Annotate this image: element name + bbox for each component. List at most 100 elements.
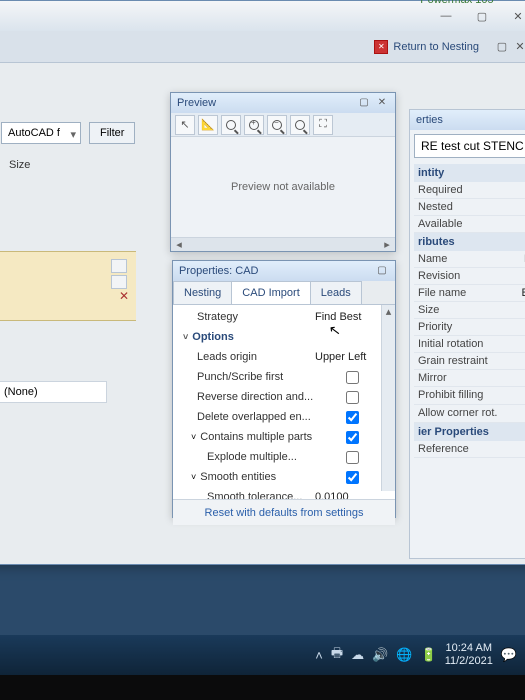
tray-up-icon[interactable]: ˄ [315,648,323,663]
battery-icon[interactable]: 🔋 [421,647,437,663]
prop-row[interactable]: MirrorNever [414,370,525,387]
prop-row[interactable]: File nameE:\DUM [414,285,525,302]
cad-option-row[interactable]: Delete overlapped en... [173,407,395,427]
printer-icon[interactable]: 🖶 [331,644,343,666]
prop-row[interactable]: NameDUMIR [414,251,525,268]
prop-row[interactable]: Reference [414,441,525,458]
option-label: Reverse direction and... [197,391,346,403]
cad-option-row[interactable]: ˅Contains multiple parts [173,427,395,447]
strategy-row: Strategy Find Best [173,307,395,327]
onedrive-icon[interactable]: ☁ [351,647,364,663]
prop-key: Name [418,253,447,265]
panel-max-button[interactable] [493,39,511,55]
pointer-tool-icon[interactable]: ↖ [175,115,195,135]
prop-key: Grain restraint [418,355,488,367]
secondary-titlebar: ✕ Return to Nesting [0,31,525,63]
prop-row[interactable]: Available1 [414,216,525,233]
filter-button[interactable]: Filter [89,122,135,144]
zoom-out-icon[interactable] [267,115,287,135]
cad-option-row[interactable]: ˅Smooth entities [173,467,395,487]
zoom-fit-icon[interactable] [221,115,241,135]
prop-key: Available [418,218,462,230]
reset-defaults-link[interactable]: Reset with defaults from settings [205,507,364,519]
cad-header[interactable]: Properties: CAD ▢ [173,261,395,281]
cad-scrollbar[interactable]: ▴ [381,305,395,491]
properties-title-field[interactable]: RE test cut STENC [414,134,525,158]
windows-taskbar: ˄ 🖶 ☁ 🔊 🌐 🔋 10:24 AM 11/2/2021 💬 [0,635,525,675]
prop-group-header[interactable]: ier Properties [414,423,525,441]
panel-max-icon[interactable]: ▢ [375,264,389,278]
scroll-right-icon[interactable]: ▸ [381,239,393,251]
option-checkbox[interactable] [346,411,359,424]
selection-label: (None) [0,381,107,403]
panel-close-button[interactable] [511,39,525,55]
minimize-button[interactable] [431,6,461,26]
zoom-in-icon[interactable] [244,115,264,135]
tab-nesting[interactable]: Nesting [173,281,232,304]
cad-option-row[interactable]: Punch/Scribe first [173,367,395,387]
panel-max-icon[interactable]: ▢ [357,96,371,110]
prop-key: File name [418,287,466,299]
preview-toolbar: ↖ 📐 ⛶ [171,113,395,137]
strategy-value[interactable]: Find Best [315,311,387,323]
preview-header[interactable]: Preview ▢ ✕ [171,93,395,113]
close-icon: ✕ [374,40,388,54]
option-value[interactable]: 0.0100 [315,491,387,499]
prop-row[interactable]: Grain restraint0° [414,353,525,370]
option-checkbox[interactable] [346,451,359,464]
network-icon[interactable]: 🌐 [396,647,412,663]
prop-key: Required [418,184,463,196]
zoom-extents-icon[interactable]: ⛶ [313,115,333,135]
zoom-window-icon[interactable] [290,115,310,135]
volume-icon[interactable]: 🔊 [372,647,388,663]
taskbar-clock[interactable]: 10:24 AM 11/2/2021 [445,642,493,668]
option-checkbox[interactable] [346,471,359,484]
prop-row[interactable]: Priority5 [414,319,525,336]
list-view-icon[interactable] [111,259,127,273]
cad-tabs: Nesting CAD Import Leads [173,281,395,305]
prop-row[interactable]: Prohibit filling [414,387,525,405]
close-button[interactable] [503,6,525,26]
cad-option-row[interactable]: Smooth tolerance...0.0100 [173,487,395,499]
option-label: Punch/Scribe first [197,371,346,383]
cad-option-row[interactable]: Explode multiple... [173,447,395,467]
panel-close-icon[interactable]: ✕ [375,96,389,110]
file-type-combo[interactable]: AutoCAD f [1,122,81,144]
prop-key: Initial rotation [418,338,483,350]
maximize-button[interactable] [467,6,497,26]
options-header[interactable]: ˅ Options [173,327,395,347]
notifications-icon[interactable]: 💬 [501,647,517,663]
chevron-down-icon: ˅ [183,332,188,342]
prop-row[interactable]: Initial rotation0° [414,336,525,353]
cad-option-row[interactable]: Reverse direction and... [173,387,395,407]
close-icon[interactable]: ✕ [119,289,129,303]
option-value[interactable]: Upper Left [315,351,387,363]
prop-row[interactable]: Nested0 [414,199,525,216]
cad-body: Strategy Find Best ˅ Options Leads origi… [173,305,395,499]
option-checkbox[interactable] [346,391,359,404]
prop-key: Allow corner rot. [418,407,497,420]
prop-row[interactable]: Revision [414,268,525,285]
scroll-up-icon[interactable]: ▴ [382,305,395,319]
tab-cad-import[interactable]: CAD Import [231,281,310,304]
option-checkbox[interactable] [346,371,359,384]
mouse-cursor-icon: ↖ [328,321,342,339]
prop-row[interactable]: Allow corner rot. [414,405,525,423]
strategy-label: Strategy [197,311,315,323]
preview-scrollbar[interactable]: ◂ ▸ [171,237,395,251]
cad-properties-panel: Properties: CAD ▢ Nesting CAD Import Lea… [172,260,396,518]
tab-leads[interactable]: Leads [310,281,362,304]
measure-tool-icon[interactable]: 📐 [198,115,218,135]
cad-option-row[interactable]: Leads originUpper Left [173,347,395,367]
prop-group-header[interactable]: ributes [414,233,525,251]
scroll-left-icon[interactable]: ◂ [173,239,185,251]
prop-row[interactable]: Required1 [414,182,525,199]
prop-row[interactable]: Size13.296 [414,302,525,319]
prop-group-header[interactable]: intity [414,164,525,182]
grid-view-icon[interactable] [111,275,127,289]
return-to-nesting-link[interactable]: ✕ Return to Nesting [374,40,479,54]
option-label: Contains multiple parts [200,431,346,443]
prop-key: Priority [418,321,452,333]
option-checkbox[interactable] [346,431,359,444]
options-label: Options [192,331,234,343]
